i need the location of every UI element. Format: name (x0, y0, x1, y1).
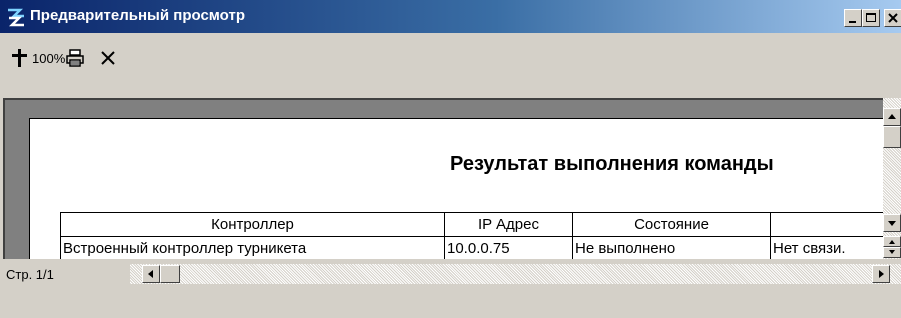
close-icon (888, 13, 898, 23)
zoom-pin-icon (12, 49, 27, 67)
page-down-button[interactable] (883, 247, 901, 258)
zoom-label: 100% (32, 50, 66, 66)
page-down-icon (889, 250, 895, 254)
scroll-left-button[interactable] (142, 265, 160, 283)
maximize-button[interactable] (862, 9, 880, 27)
close-button[interactable] (884, 9, 901, 27)
scroll-down-button[interactable] (883, 214, 901, 232)
cell-ip: 10.0.0.75 (444, 236, 573, 259)
print-button[interactable] (64, 45, 86, 71)
toolbar: 100% (0, 35, 901, 95)
zoom-button[interactable]: 100% (10, 45, 65, 71)
report-table: Контроллер IP Адрес Состояние Встроенный… (60, 212, 883, 259)
horizontal-scrollbar[interactable] (130, 264, 901, 284)
arrow-left-icon (148, 270, 153, 278)
column-header-extra (770, 212, 883, 237)
minimize-button[interactable] (844, 9, 862, 27)
column-header-ip: IP Адрес (444, 212, 573, 237)
column-header-controller: Контроллер (60, 212, 445, 237)
vertical-scroll-thumb[interactable] (883, 126, 901, 148)
status-bar: Стр. 1/1 (0, 262, 901, 290)
page-indicator: Стр. 1/1 (6, 267, 54, 282)
close-preview-button[interactable] (98, 45, 118, 71)
table-header-row: Контроллер IP Адрес Состояние (60, 212, 883, 237)
close-x-icon (101, 51, 115, 65)
cell-controller: Встроенный контроллер турникета (60, 236, 445, 259)
scroll-right-button[interactable] (872, 265, 890, 283)
report-title: Результат выполнения команды (450, 153, 774, 175)
cell-message: Нет связи. (770, 236, 883, 259)
arrow-right-icon (879, 270, 884, 278)
column-header-status: Состояние (572, 212, 771, 237)
table-row: Встроенный контроллер турникета 10.0.0.7… (60, 236, 883, 259)
arrow-down-icon (888, 221, 896, 226)
title-bar[interactable]: Предварительный просмотр (0, 0, 901, 34)
cell-status: Не выполнено (572, 236, 771, 259)
vertical-scrollbar[interactable] (883, 98, 901, 259)
scroll-up-button[interactable] (883, 108, 901, 126)
window-title: Предварительный просмотр (30, 7, 245, 24)
printer-icon (66, 49, 84, 67)
arrow-up-icon (888, 114, 896, 119)
preview-area[interactable]: Результат выполнения команды Контроллер … (3, 98, 883, 259)
preview-window: Предварительный просмотр 100% Результат … (0, 0, 901, 318)
minimize-icon (849, 21, 856, 23)
app-icon (6, 6, 28, 28)
page-up-icon (889, 240, 895, 244)
page-up-button[interactable] (883, 236, 901, 247)
horizontal-scroll-thumb[interactable] (160, 265, 180, 283)
report-page: Результат выполнения команды Контроллер … (29, 118, 883, 259)
maximize-icon (866, 13, 876, 22)
